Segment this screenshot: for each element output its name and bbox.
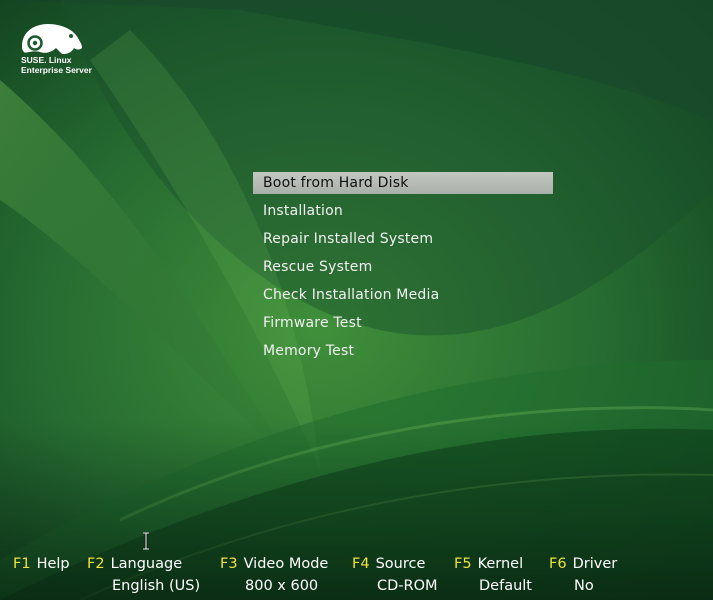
f6-driver-value: No [574,578,594,594]
f5-kernel-value: Default [479,578,532,594]
f5-key-label: Kernel [477,556,524,572]
f3-key-name: F3 [220,556,238,572]
brand-text: SUSE. Linux Enterprise Server [21,55,92,75]
menu-item-boot-hard-disk[interactable]: Boot from Hard Disk [253,172,553,194]
menu-item-repair-installed-system[interactable]: Repair Installed System [253,228,553,250]
f1-key-label: Help [36,556,70,572]
f6-key-name: F6 [549,556,567,572]
f4-source-key[interactable]: F4 Source [352,554,425,574]
f5-key-name: F5 [454,556,472,572]
f3-key-label: Video Mode [243,556,329,572]
boot-menu: Boot from Hard Disk Installation Repair … [253,172,553,368]
f2-language-key[interactable]: F2 Language [87,554,182,574]
f6-key-label: Driver [572,556,618,572]
f3-video-mode-key[interactable]: F3 Video Mode [220,554,328,574]
menu-item-check-installation-media[interactable]: Check Installation Media [253,284,553,306]
f4-key-name: F4 [352,556,370,572]
text-cursor-icon [143,532,149,550]
f1-help-key[interactable]: F1 Help [13,554,70,574]
f4-key-label: Source [375,556,426,572]
menu-item-firmware-test[interactable]: Firmware Test [253,312,553,334]
menu-item-memory-test[interactable]: Memory Test [253,340,553,362]
f2-key-label: Language [110,556,183,572]
f5-kernel-key[interactable]: F5 Kernel [454,554,523,574]
function-key-bar: F1 Help F2 Language English (US) F3 Video M… [0,554,713,600]
f4-source-value: CD-ROM [377,578,438,594]
f6-driver-key[interactable]: F6 Driver [549,554,617,574]
menu-item-rescue-system[interactable]: Rescue System [253,256,553,278]
f2-language-value: English (US) [112,578,201,594]
f3-video-mode-value: 800 x 600 [245,578,319,594]
brand-line-2: Enterprise Server [21,65,92,75]
f1-key-name: F1 [13,556,31,572]
brand-line-1: SUSE. Linux [21,55,72,65]
menu-item-installation[interactable]: Installation [253,200,553,222]
f2-key-name: F2 [87,556,105,572]
